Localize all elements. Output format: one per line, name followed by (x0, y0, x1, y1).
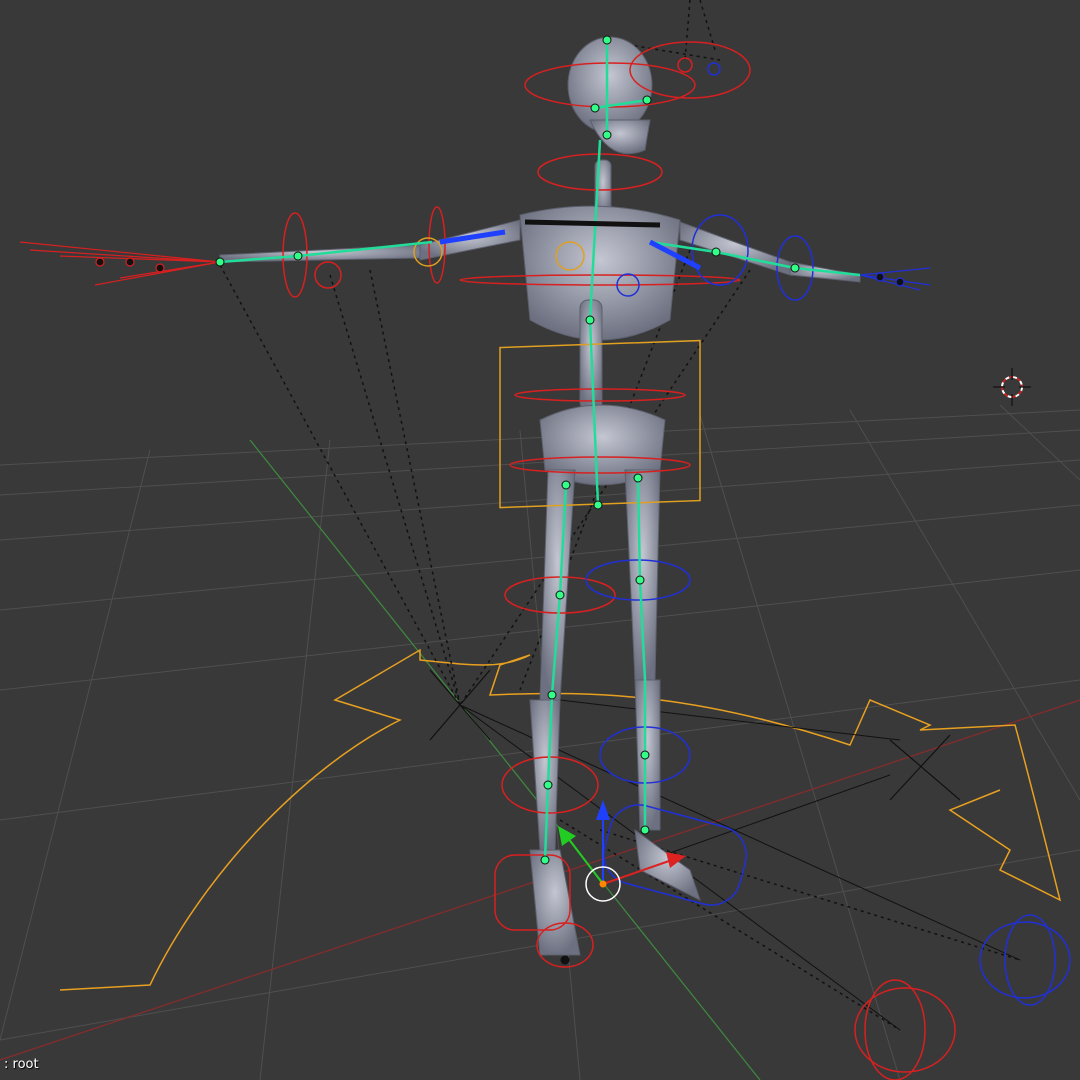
right-hand-bones[interactable] (859, 267, 931, 291)
skeleton-mesh[interactable] (219, 36, 861, 956)
bone-joints (215, 35, 800, 965)
y-axis-line (249, 439, 761, 1080)
3d-cursor-icon[interactable] (993, 368, 1031, 406)
empty-cross-icon[interactable] (429, 669, 961, 801)
3d-viewport[interactable]: : root (0, 0, 1080, 1080)
scene-canvas[interactable] (0, 0, 1080, 1080)
left-hand-bones[interactable] (19, 241, 221, 286)
transform-gizmo-icon[interactable] (558, 800, 686, 902)
active-object-label: : root (4, 1057, 39, 1072)
